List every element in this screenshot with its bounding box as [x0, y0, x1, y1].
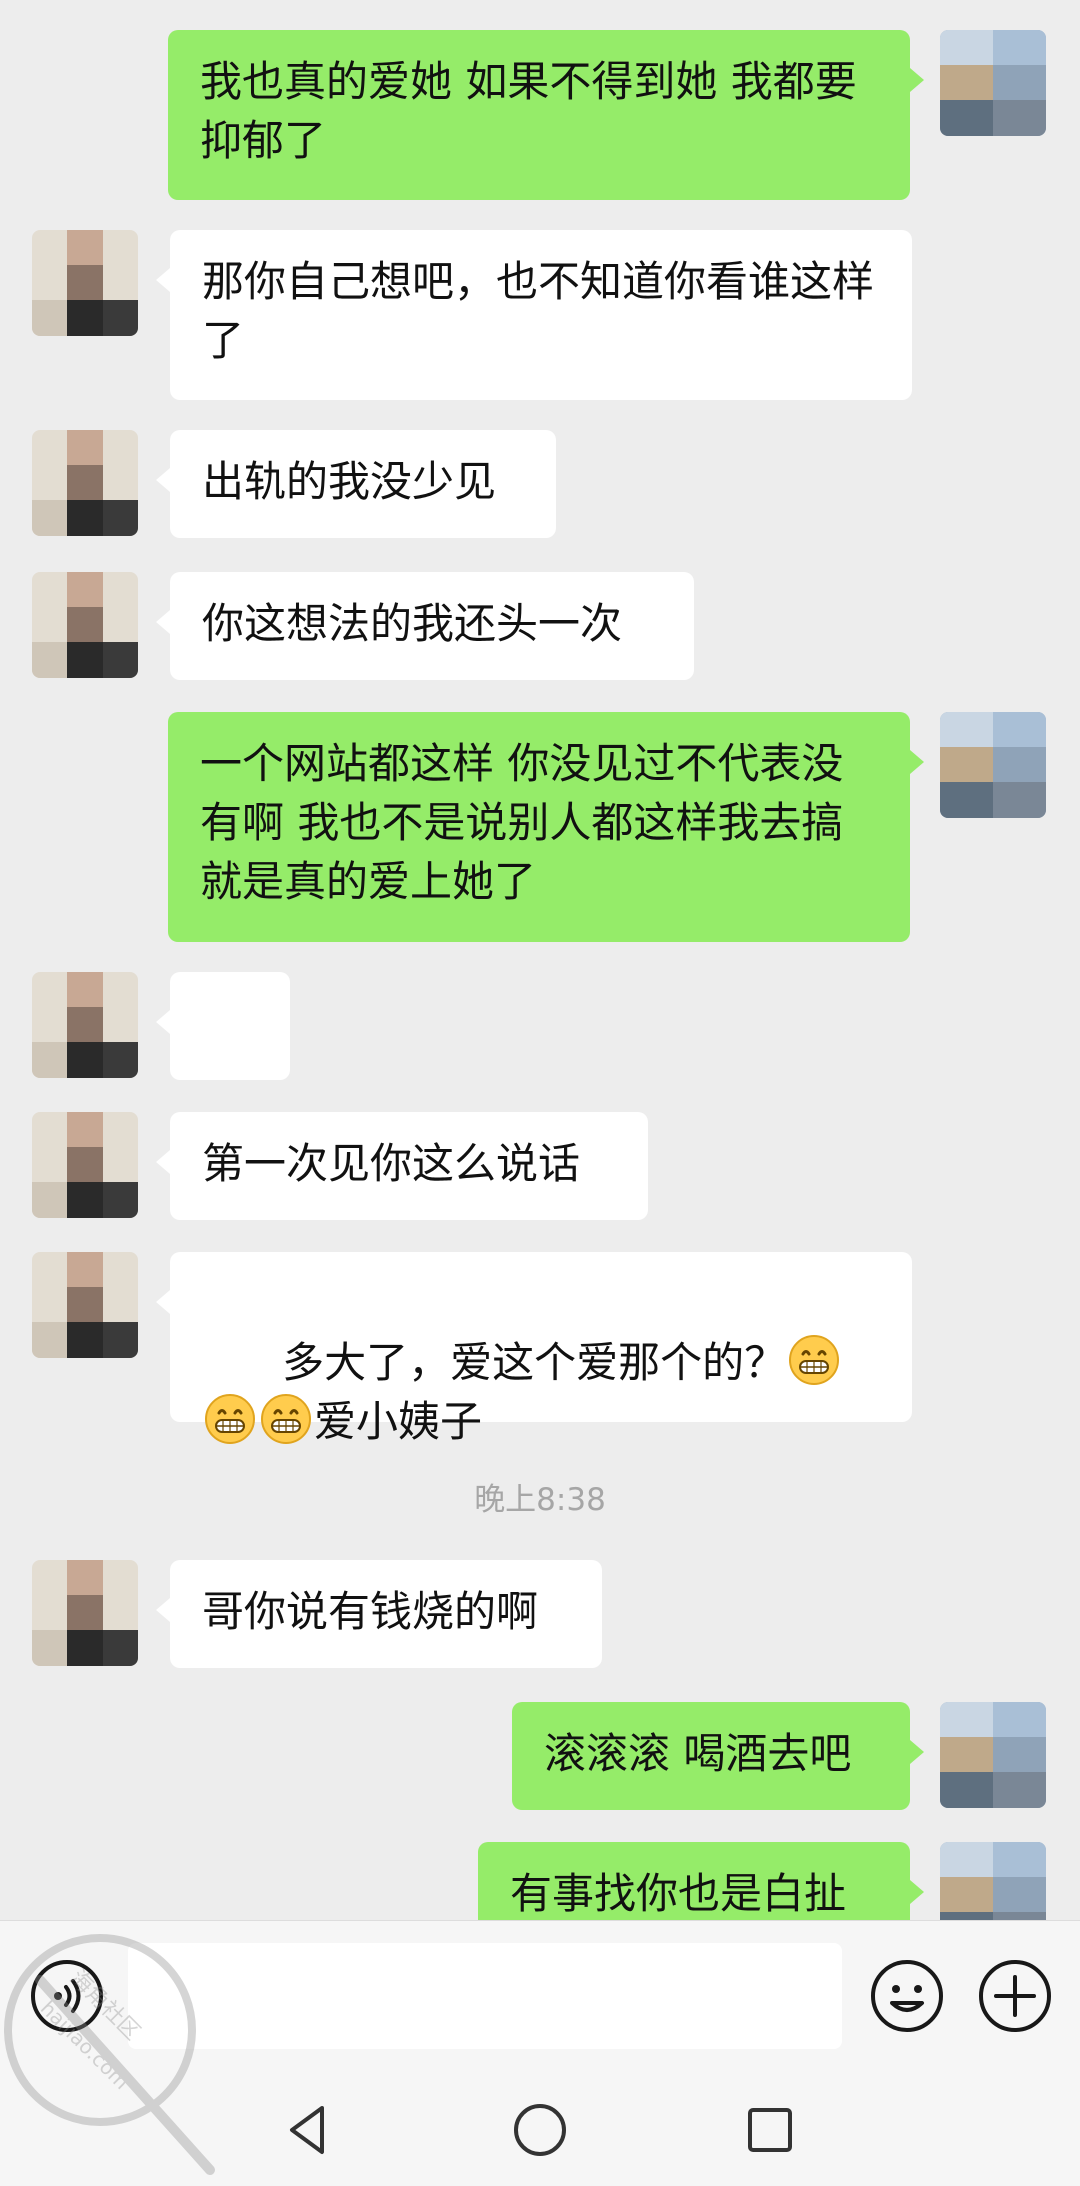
grin-emoji-icon: [205, 1394, 255, 1444]
message-bubble-received[interactable]: 多大了，爱这个爱那个的？爱小姨子: [156, 1252, 912, 1446]
message-input[interactable]: [128, 1943, 842, 2049]
avatar-contact[interactable]: [32, 1252, 138, 1358]
message-bubble-received[interactable]: 那你自己想吧，也不知道你看谁这样了: [156, 230, 912, 400]
avatar-contact[interactable]: [32, 1560, 138, 1666]
grin-emoji-icon: [261, 1394, 311, 1444]
recents-square-icon[interactable]: [738, 2098, 802, 2162]
system-nav-bar: [0, 2070, 1080, 2186]
message-bubble-sent[interactable]: 有事找你也是白扯: [478, 1842, 924, 1920]
message-text: 多大了，爱这个爱那个的？: [282, 1338, 787, 1387]
back-triangle-icon[interactable]: [276, 2098, 340, 2162]
add-icon[interactable]: [976, 1957, 1054, 2035]
message-bubble-sent[interactable]: 一个网站都这样 你没见过不代表没有啊 我也不是说别人都这样我去搞 就是真的爱上她…: [168, 712, 924, 942]
message-bubble-received[interactable]: 第一次见你这么说话: [156, 1112, 648, 1220]
voice-icon[interactable]: [28, 1957, 106, 2035]
avatar-contact[interactable]: [32, 430, 138, 536]
emoji-icon[interactable]: [868, 1957, 946, 2035]
message-bubble-sent[interactable]: 我也真的爱她 如果不得到她 我都要抑郁了: [168, 30, 924, 200]
message-bubble-received[interactable]: 出轨的我没少见: [156, 430, 556, 538]
message-bubble-received[interactable]: 你这想法的我还头一次: [156, 572, 694, 680]
input-bar: [0, 1920, 1080, 2070]
avatar-contact[interactable]: [32, 972, 138, 1078]
chat-area[interactable]: 我也真的爱她 如果不得到她 我都要抑郁了 那你自己想吧，也不知道你看谁这样了 出…: [0, 0, 1080, 1920]
avatar-self[interactable]: [940, 30, 1046, 136]
message-bubble-sent[interactable]: 滚滚滚 喝酒去吧: [512, 1702, 924, 1810]
grin-emoji-icon: [789, 1335, 840, 1385]
avatar-contact[interactable]: [32, 572, 138, 678]
avatar-contact[interactable]: [32, 1112, 138, 1218]
timestamp: 晚上8:38: [474, 1482, 606, 1518]
avatar-self[interactable]: [940, 1842, 1046, 1920]
avatar-self[interactable]: [940, 1702, 1046, 1808]
message-bubble-received[interactable]: 哥你说有钱烧的啊: [156, 1560, 602, 1668]
home-circle-icon[interactable]: [508, 2098, 572, 2162]
avatar-contact[interactable]: [32, 230, 138, 336]
message-bubble-received[interactable]: [156, 972, 290, 1164]
message-text: 爱小姨子: [314, 1397, 483, 1446]
avatar-self[interactable]: [940, 712, 1046, 818]
